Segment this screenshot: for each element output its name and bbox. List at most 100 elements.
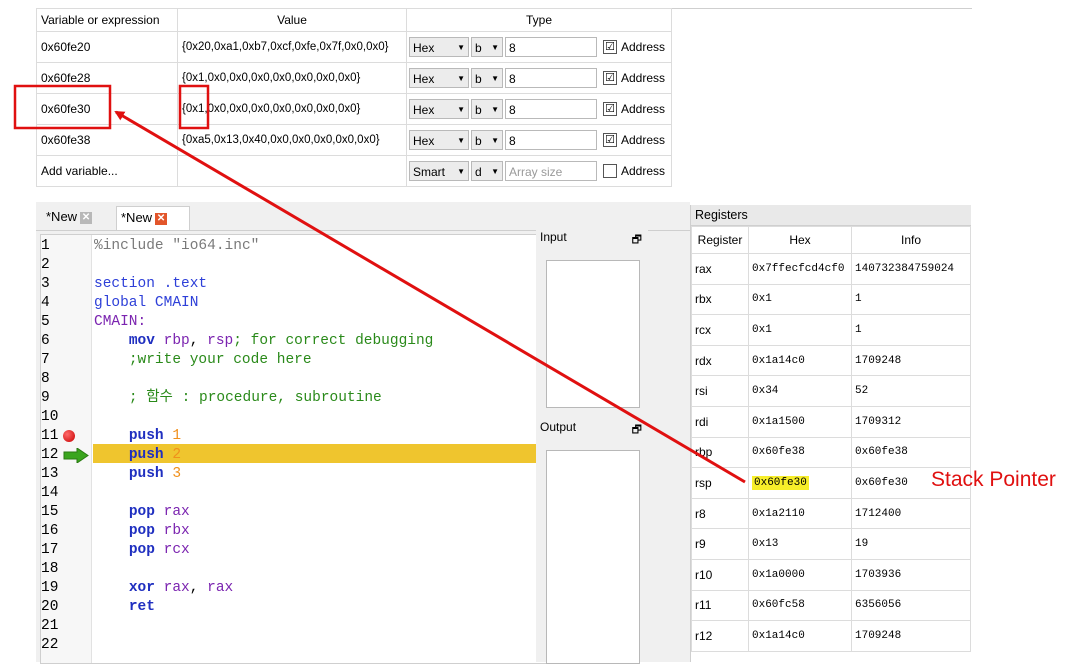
code-token: push <box>128 447 164 463</box>
watch-header-row: Variable or expression Value Type <box>36 8 672 32</box>
tab-new-2[interactable]: *New ✕ <box>116 206 190 230</box>
register-name: rdi <box>691 405 749 438</box>
tab-label: *New <box>46 209 78 224</box>
count-input[interactable]: 8 <box>505 99 597 119</box>
format-value: Hex <box>413 103 435 117</box>
code-token: ret <box>128 599 155 615</box>
array-size-input[interactable]: Array size <box>505 161 597 181</box>
line-number: 11 <box>41 428 59 444</box>
line-number: 13 <box>41 466 59 482</box>
line-number: 6 <box>41 333 50 349</box>
code-token: rsp <box>207 333 234 349</box>
code-token: pop <box>128 504 155 520</box>
format-select[interactable]: Hex ▼ <box>409 99 469 119</box>
code-line: 11 push 1 <box>41 427 567 446</box>
register-info: 52 <box>851 375 971 407</box>
size-select[interactable]: b ▼ <box>471 99 503 119</box>
dropdown-arrow-icon: ▼ <box>491 105 499 114</box>
format-value: Hex <box>413 72 435 86</box>
stack-pointer-label: Stack Pointer <box>931 468 1056 491</box>
address-label: Address <box>621 164 666 178</box>
code-text: ; 함수 : procedure, subroutine <box>94 389 382 408</box>
register-info: 1 <box>851 283 971 316</box>
count-input[interactable]: 8 <box>505 68 597 88</box>
code-line: 3 section .text <box>41 275 567 294</box>
float-window-icon[interactable]: 🗗 <box>632 231 642 250</box>
close-icon[interactable]: ✕ <box>155 212 168 225</box>
code-line: 9 ; 함수 : procedure, subroutine <box>41 389 567 408</box>
count-input[interactable]: 8 <box>505 37 597 57</box>
line-number: 14 <box>41 485 59 501</box>
watch-var-cell[interactable]: 0x60fe30 <box>36 93 178 125</box>
register-name: r8 <box>691 497 749 530</box>
watch-value-cell[interactable]: {0x1,0x0,0x0,0x0,0x0,0x0,0x0,0x0} <box>177 93 407 125</box>
code-token: ;write your code here <box>128 352 312 368</box>
watch-var-cell[interactable]: 0x60fe20 <box>36 31 178 63</box>
dropdown-arrow-icon: ▼ <box>457 167 465 176</box>
close-icon[interactable]: ✕ <box>80 211 93 224</box>
register-row: r8 0x1a2110 1712400 <box>691 497 971 530</box>
register-row: rax 0x7ffecfcd4cf0 140732384759024 <box>691 253 971 285</box>
register-name: rsi <box>691 375 749 407</box>
format-select[interactable]: Smart ▼ <box>409 161 469 181</box>
watch-value-cell[interactable]: {0x1,0x0,0x0,0x0,0x0,0x0,0x0,0x0} <box>177 62 407 94</box>
code-token: rax <box>163 580 190 596</box>
code-line: 14 <box>41 484 567 503</box>
line-number: 15 <box>41 504 59 520</box>
add-variable-cell[interactable]: Add variable... <box>36 155 178 187</box>
float-window-icon[interactable]: 🗗 <box>632 421 642 440</box>
watch-row[interactable]: 0x60fe30 {0x1,0x0,0x0,0x0,0x0,0x0,0x0,0x… <box>36 93 672 125</box>
registers-header-row: Register Hex Info <box>691 226 971 254</box>
size-value: b <box>475 103 482 117</box>
watch-row[interactable]: 0x60fe28 {0x1,0x0,0x0,0x0,0x0,0x0,0x0,0x… <box>36 62 672 94</box>
size-select[interactable]: d ▼ <box>471 161 503 181</box>
watch-type-cell: Hex ▼ b ▼ 8 ☑ Address <box>406 62 672 94</box>
format-select[interactable]: Hex ▼ <box>409 68 469 88</box>
tab-new-1[interactable]: *New ✕ <box>42 206 106 230</box>
size-value: b <box>475 72 482 86</box>
watch-var-cell[interactable]: 0x60fe28 <box>36 62 178 94</box>
register-row: rcx 0x1 1 <box>691 314 971 346</box>
code-line: 6 mov rbp, rsp; for correct debugging <box>41 332 567 351</box>
input-textbox[interactable] <box>546 260 640 408</box>
format-select[interactable]: Hex ▼ <box>409 130 469 150</box>
output-textbox[interactable] <box>546 450 640 664</box>
register-name: rbp <box>691 436 749 469</box>
line-number: 22 <box>41 637 59 653</box>
watch-add-row[interactable]: Add variable... Smart ▼ d ▼ Array size Addres… <box>36 155 672 187</box>
code-editor[interactable]: 1 %include "io64.inc" 2 3 section .text 4 g… <box>40 234 568 664</box>
size-select[interactable]: b ▼ <box>471 37 503 57</box>
size-select[interactable]: b ▼ <box>471 68 503 88</box>
watch-row[interactable]: 0x60fe20 {0x20,0xa1,0xb7,0xcf,0xfe,0x7f,… <box>36 31 672 63</box>
code-token: pop <box>128 542 155 558</box>
line-number: 21 <box>41 618 59 634</box>
line-number: 7 <box>41 352 50 368</box>
code-text: pop rcx <box>94 541 190 560</box>
format-select[interactable]: Hex ▼ <box>409 37 469 57</box>
watch-var-cell[interactable]: 0x60fe38 <box>36 124 178 156</box>
code-line: 4 global CMAIN <box>41 294 567 313</box>
register-row: rbp 0x60fe38 0x60fe38 <box>691 436 971 469</box>
code-token: push <box>128 466 164 482</box>
code-token: rbx <box>163 523 190 539</box>
address-checkbox[interactable]: ☑ <box>603 71 617 85</box>
size-select[interactable]: b ▼ <box>471 130 503 150</box>
register-name: r11 <box>691 589 749 622</box>
address-checkbox[interactable]: ☑ <box>603 40 617 54</box>
address-checkbox[interactable] <box>603 164 617 178</box>
watch-row[interactable]: 0x60fe38 {0xa5,0x13,0x40,0x0,0x0,0x0,0x0… <box>36 124 672 156</box>
watch-value-cell[interactable]: {0x20,0xa1,0xb7,0xcf,0xfe,0x7f,0x0,0x0} <box>177 31 407 63</box>
register-info: 1712400 <box>851 497 971 530</box>
watch-value-cell[interactable]: {0xa5,0x13,0x40,0x0,0x0,0x0,0x0,0x0} <box>177 124 407 156</box>
address-checkbox[interactable]: ☑ <box>603 102 617 116</box>
line-number: 17 <box>41 542 59 558</box>
register-name: rcx <box>691 314 749 346</box>
address-checkbox[interactable]: ☑ <box>603 133 617 147</box>
code-line: 5 CMAIN: <box>41 313 567 332</box>
register-info: 1709312 <box>851 405 971 438</box>
breakpoint-icon[interactable] <box>63 430 75 442</box>
watch-table: Variable or expression Value Type 0x60fe… <box>36 8 672 187</box>
col-value-header: Value <box>177 8 407 32</box>
count-input[interactable]: 8 <box>505 130 597 150</box>
format-value: Hex <box>413 41 435 55</box>
